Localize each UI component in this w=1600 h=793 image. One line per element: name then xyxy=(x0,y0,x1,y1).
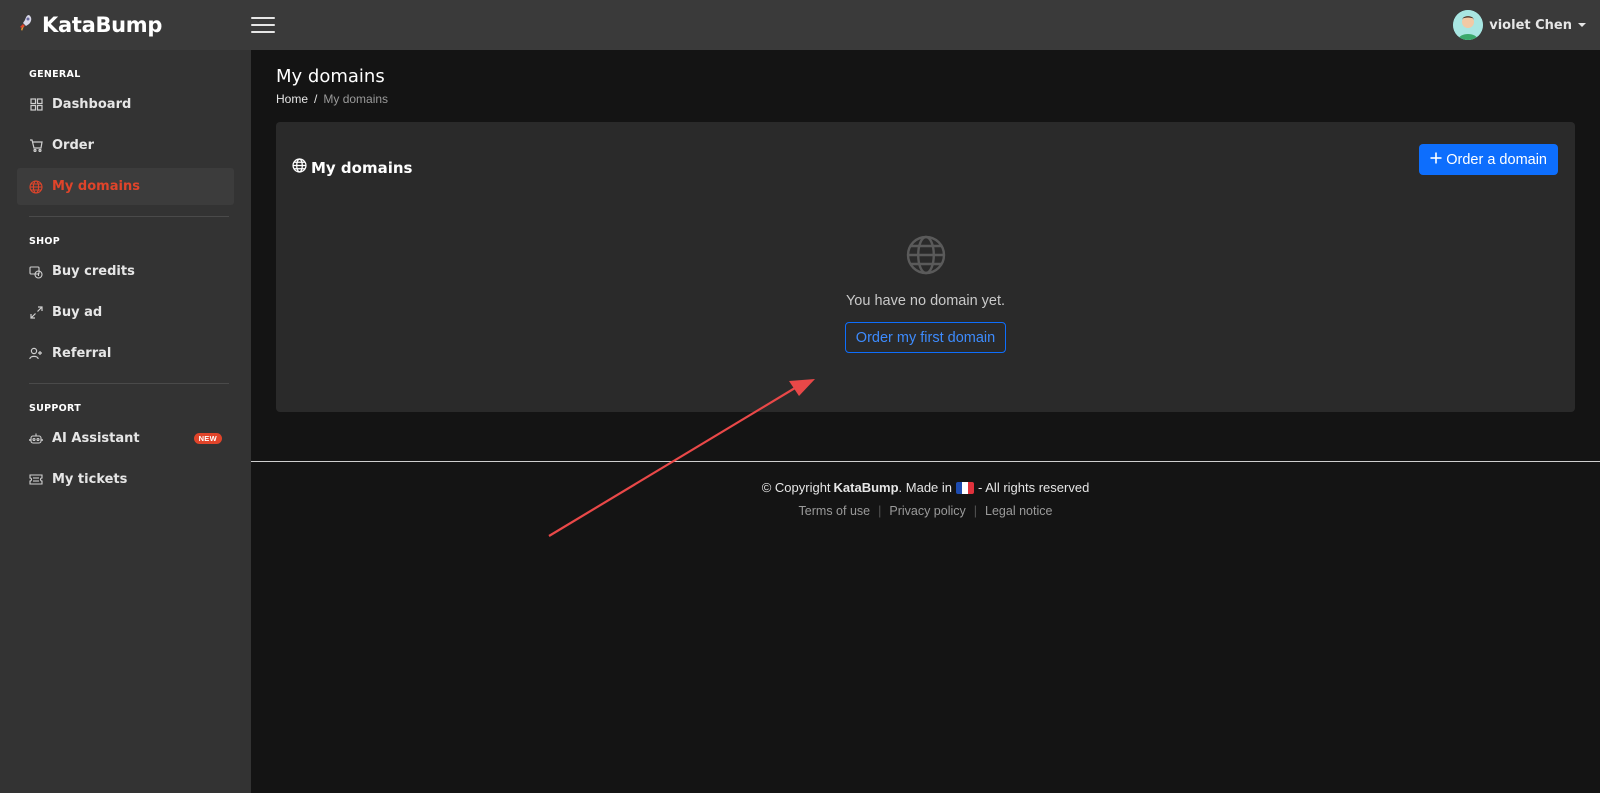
main-content: My domains Home / My domains My domains … xyxy=(251,50,1600,793)
sidebar-item-label: Dashboard xyxy=(52,97,132,112)
user-name: violet Chen xyxy=(1489,17,1572,33)
user-menu[interactable]: violet Chen xyxy=(1453,10,1586,40)
france-flag-icon xyxy=(956,481,975,494)
globe-icon xyxy=(905,234,947,281)
copyright: © Copyright KataBump . Made in - All rig… xyxy=(251,480,1600,495)
sidebar-item-label: Buy credits xyxy=(52,264,135,279)
sidebar-item-order[interactable]: Order xyxy=(17,127,234,164)
made-in-text: . Made in xyxy=(898,480,953,495)
breadcrumb: Home / My domains xyxy=(276,92,388,106)
footer-link-separator: | xyxy=(878,504,882,518)
order-domain-label: Order a domain xyxy=(1446,151,1547,168)
grid-icon xyxy=(29,98,43,112)
footer-divider xyxy=(251,461,1600,462)
chevron-down-icon xyxy=(1578,23,1586,27)
sidebar-item-buy-credits[interactable]: Buy credits xyxy=(17,253,234,290)
card-title-text: My domains xyxy=(311,159,413,177)
plus-icon xyxy=(1430,152,1442,168)
footer-brand: KataBump xyxy=(833,480,899,495)
terms-of-use-link[interactable]: Terms of use xyxy=(799,504,871,518)
brand-name: KataBump xyxy=(42,13,163,37)
sidebar-item-referral[interactable]: Referral xyxy=(17,335,234,372)
card-title: My domains xyxy=(292,158,412,178)
user-plus-icon xyxy=(29,347,43,361)
sidebar: GENERAL Dashboard Order My domains SHOP xyxy=(0,50,251,793)
credits-icon xyxy=(29,265,43,279)
breadcrumb-separator: / xyxy=(314,92,318,106)
copyright-prefix: © Copyright xyxy=(761,480,831,495)
page-title: My domains xyxy=(276,66,385,87)
sidebar-section-general: GENERAL xyxy=(29,69,81,80)
sidebar-section-shop: SHOP xyxy=(29,236,61,247)
brand-logo[interactable]: KataBump xyxy=(0,13,251,37)
globe-icon xyxy=(29,179,43,194)
ticket-icon xyxy=(29,473,43,487)
sidebar-divider xyxy=(29,216,229,217)
sidebar-item-label: Order xyxy=(52,138,94,153)
sidebar-item-dashboard[interactable]: Dashboard xyxy=(17,86,234,123)
sidebar-item-my-domains[interactable]: My domains xyxy=(17,168,234,205)
domains-card: My domains Order a domain You have no do… xyxy=(276,122,1575,412)
order-first-domain-button[interactable]: Order my first domain xyxy=(844,322,1007,353)
sidebar-section-support: SUPPORT xyxy=(29,403,82,414)
privacy-policy-link[interactable]: Privacy policy xyxy=(889,504,965,518)
sidebar-divider xyxy=(29,383,229,384)
rocket-icon xyxy=(18,14,34,37)
empty-state-text: You have no domain yet. xyxy=(845,293,1006,309)
sidebar-item-buy-ad[interactable]: Buy ad xyxy=(17,294,234,331)
legal-notice-link[interactable]: Legal notice xyxy=(985,504,1052,518)
cart-icon xyxy=(29,139,43,153)
sidebar-item-label: My tickets xyxy=(52,472,128,487)
robot-icon xyxy=(29,432,43,446)
menu-toggle-icon[interactable] xyxy=(251,15,275,35)
footer-link-separator: | xyxy=(973,504,978,518)
order-domain-button[interactable]: Order a domain xyxy=(1419,144,1558,175)
top-navbar: KataBump violet Chen xyxy=(0,0,1600,50)
sidebar-item-label: Referral xyxy=(52,346,112,361)
breadcrumb-home-link[interactable]: Home xyxy=(276,92,308,106)
breadcrumb-current: My domains xyxy=(323,92,389,106)
rights-text: - All rights reserved xyxy=(978,480,1090,495)
sidebar-item-ai-assistant[interactable]: AI Assistant NEW xyxy=(17,420,234,457)
footer: © Copyright KataBump . Made in - All rig… xyxy=(251,480,1600,518)
expand-icon xyxy=(29,306,43,320)
footer-links: Terms of use | Privacy policy | Legal no… xyxy=(251,504,1600,518)
sidebar-item-label: My domains xyxy=(52,179,140,194)
sidebar-item-my-tickets[interactable]: My tickets xyxy=(17,461,234,498)
new-badge: NEW xyxy=(193,433,222,444)
avatar xyxy=(1453,10,1484,40)
globe-icon xyxy=(292,158,307,178)
sidebar-item-label: Buy ad xyxy=(52,305,103,320)
empty-state: You have no domain yet. Order my first d… xyxy=(276,234,1575,353)
sidebar-item-label: AI Assistant xyxy=(52,431,140,446)
